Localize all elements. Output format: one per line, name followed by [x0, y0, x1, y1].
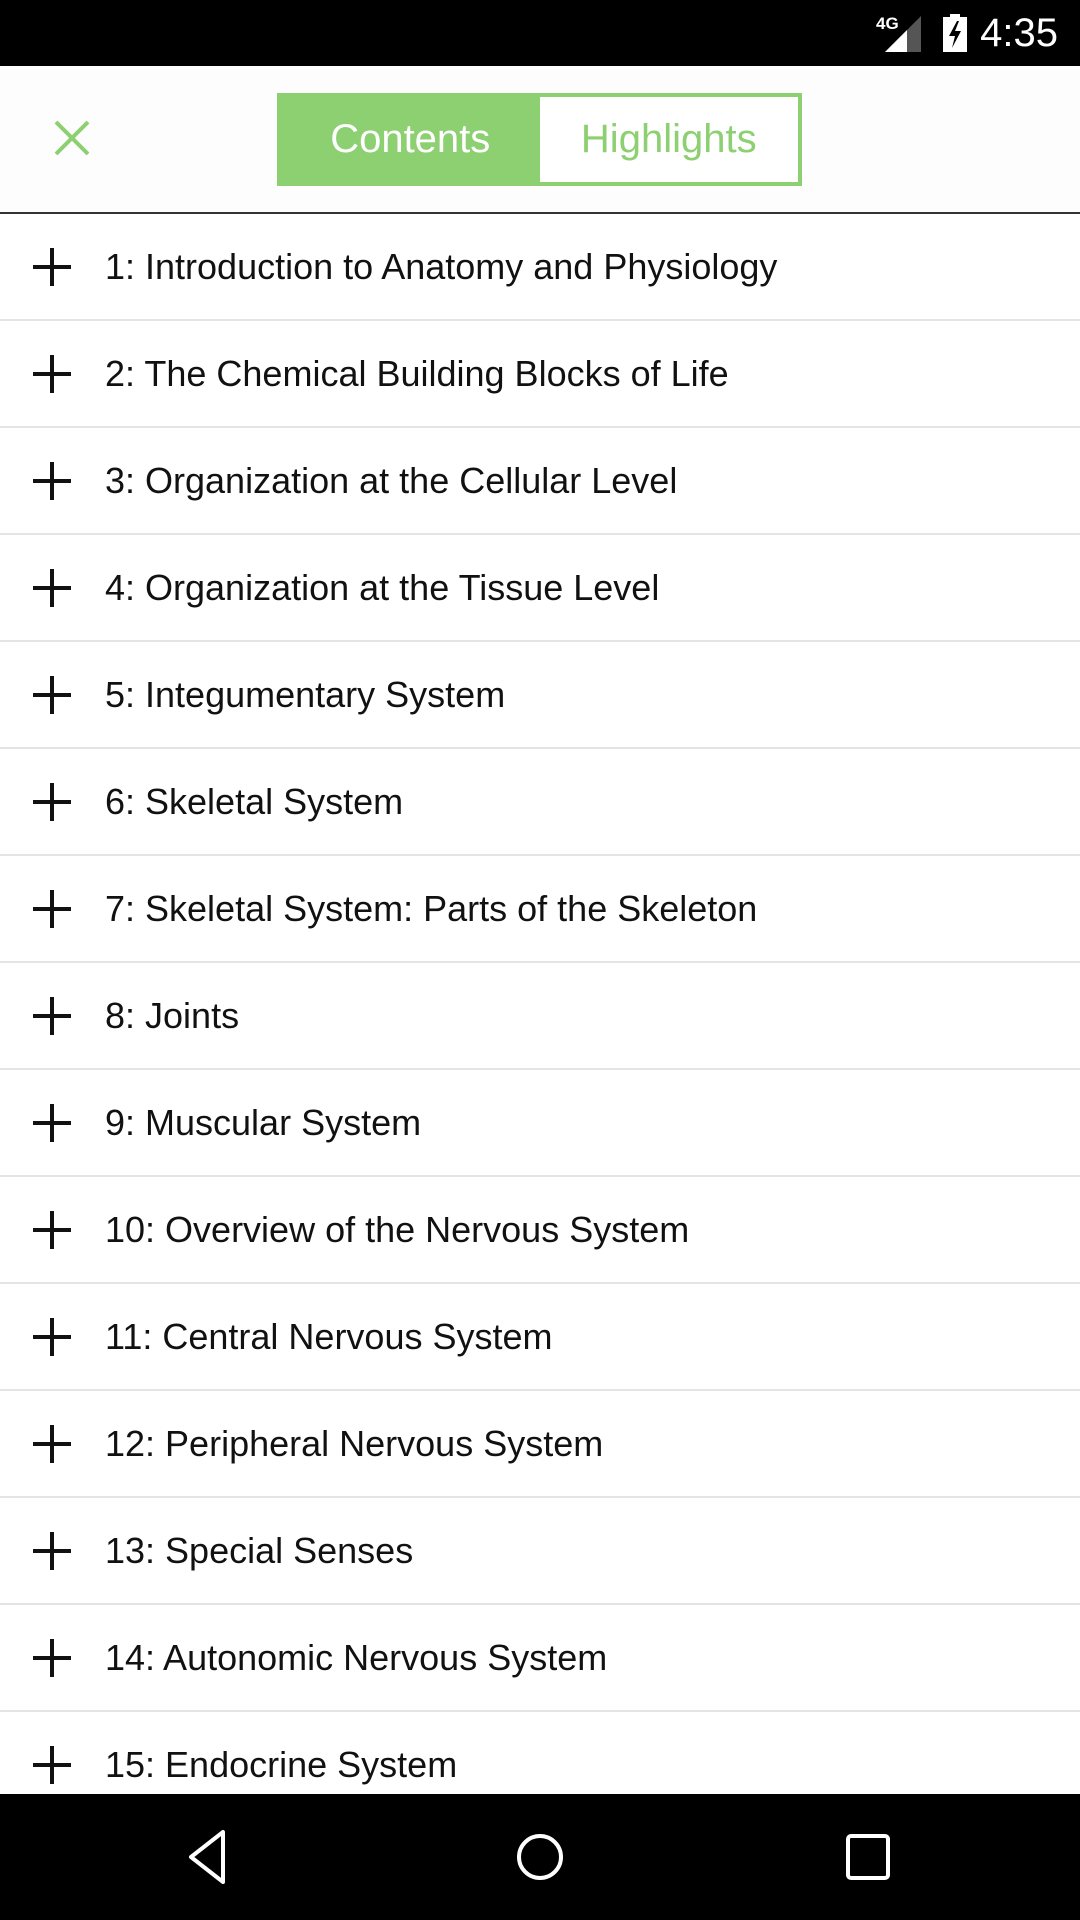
toc-item-label: 14: Autonomic Nervous System [105, 1636, 608, 1678]
toc-item[interactable]: 13: Special Senses [0, 1498, 1080, 1605]
expand-plus-icon[interactable] [33, 997, 71, 1035]
toc-item[interactable]: 12: Peripheral Nervous System [0, 1391, 1080, 1498]
toc-item-label: 2: The Chemical Building Blocks of Life [105, 352, 729, 394]
toc-item[interactable]: 7: Skeletal System: Parts of the Skeleto… [0, 856, 1080, 963]
toc-item-label: 8: Joints [105, 994, 240, 1036]
home-icon[interactable] [507, 1824, 573, 1890]
toc-item[interactable]: 9: Muscular System [0, 1070, 1080, 1177]
toc-item-label: 9: Muscular System [105, 1101, 422, 1143]
table-of-contents-list: 1: Introduction to Anatomy and Physiolog… [0, 214, 1080, 1819]
toc-item-label: 6: Skeletal System [105, 780, 404, 822]
toc-item-label: 10: Overview of the Nervous System [105, 1208, 690, 1250]
toc-item-label: 11: Central Nervous System [105, 1315, 553, 1357]
recents-icon[interactable] [836, 1824, 902, 1890]
tab-highlights[interactable]: Highlights [539, 97, 798, 182]
status-bar: 4G 4:35 [0, 0, 1080, 66]
navigation-bar [0, 1794, 1080, 1920]
toc-item-label: 5: Integumentary System [105, 673, 506, 715]
toc-item-label: 13: Special Senses [105, 1529, 414, 1571]
toc-header: Contents Highlights [0, 66, 1080, 214]
clock: 4:35 [980, 11, 1058, 55]
expand-plus-icon[interactable] [33, 1639, 71, 1677]
toc-item[interactable]: 1: Introduction to Anatomy and Physiolog… [0, 214, 1080, 321]
toc-item[interactable]: 6: Skeletal System [0, 749, 1080, 856]
toc-item-label: 7: Skeletal System: Parts of the Skeleto… [105, 887, 758, 929]
toc-item[interactable]: 8: Joints [0, 963, 1080, 1070]
back-icon[interactable] [177, 1824, 243, 1890]
toc-item[interactable]: 3: Organization at the Cellular Level [0, 428, 1080, 535]
expand-plus-icon[interactable] [33, 1425, 71, 1463]
expand-plus-icon[interactable] [33, 890, 71, 928]
toc-item[interactable]: 11: Central Nervous System [0, 1284, 1080, 1391]
expand-plus-icon[interactable] [33, 1104, 71, 1142]
battery-charging-icon [943, 14, 967, 52]
expand-plus-icon[interactable] [33, 676, 71, 714]
expand-plus-icon[interactable] [33, 569, 71, 607]
expand-plus-icon[interactable] [33, 1211, 71, 1249]
segmented-tabs: Contents Highlights [277, 93, 802, 186]
signal-icon [885, 16, 921, 52]
expand-plus-icon[interactable] [33, 1318, 71, 1356]
expand-plus-icon[interactable] [33, 355, 71, 393]
toc-item[interactable]: 5: Integumentary System [0, 642, 1080, 749]
toc-item-label: 12: Peripheral Nervous System [105, 1422, 604, 1464]
toc-item-label: 15: Endocrine System [105, 1743, 458, 1785]
close-icon[interactable] [40, 106, 104, 170]
toc-item-label: 3: Organization at the Cellular Level [105, 459, 678, 501]
expand-plus-icon[interactable] [33, 1532, 71, 1570]
expand-plus-icon[interactable] [33, 248, 71, 286]
expand-plus-icon[interactable] [33, 462, 71, 500]
expand-plus-icon[interactable] [33, 1746, 71, 1784]
toc-item[interactable]: 14: Autonomic Nervous System [0, 1605, 1080, 1712]
toc-item[interactable]: 2: The Chemical Building Blocks of Life [0, 321, 1080, 428]
toc-item[interactable]: 4: Organization at the Tissue Level [0, 535, 1080, 642]
toc-item-label: 1: Introduction to Anatomy and Physiolog… [105, 245, 778, 287]
toc-item[interactable]: 10: Overview of the Nervous System [0, 1177, 1080, 1284]
expand-plus-icon[interactable] [33, 783, 71, 821]
tab-contents[interactable]: Contents [281, 97, 540, 182]
toc-item-label: 4: Organization at the Tissue Level [105, 566, 660, 608]
